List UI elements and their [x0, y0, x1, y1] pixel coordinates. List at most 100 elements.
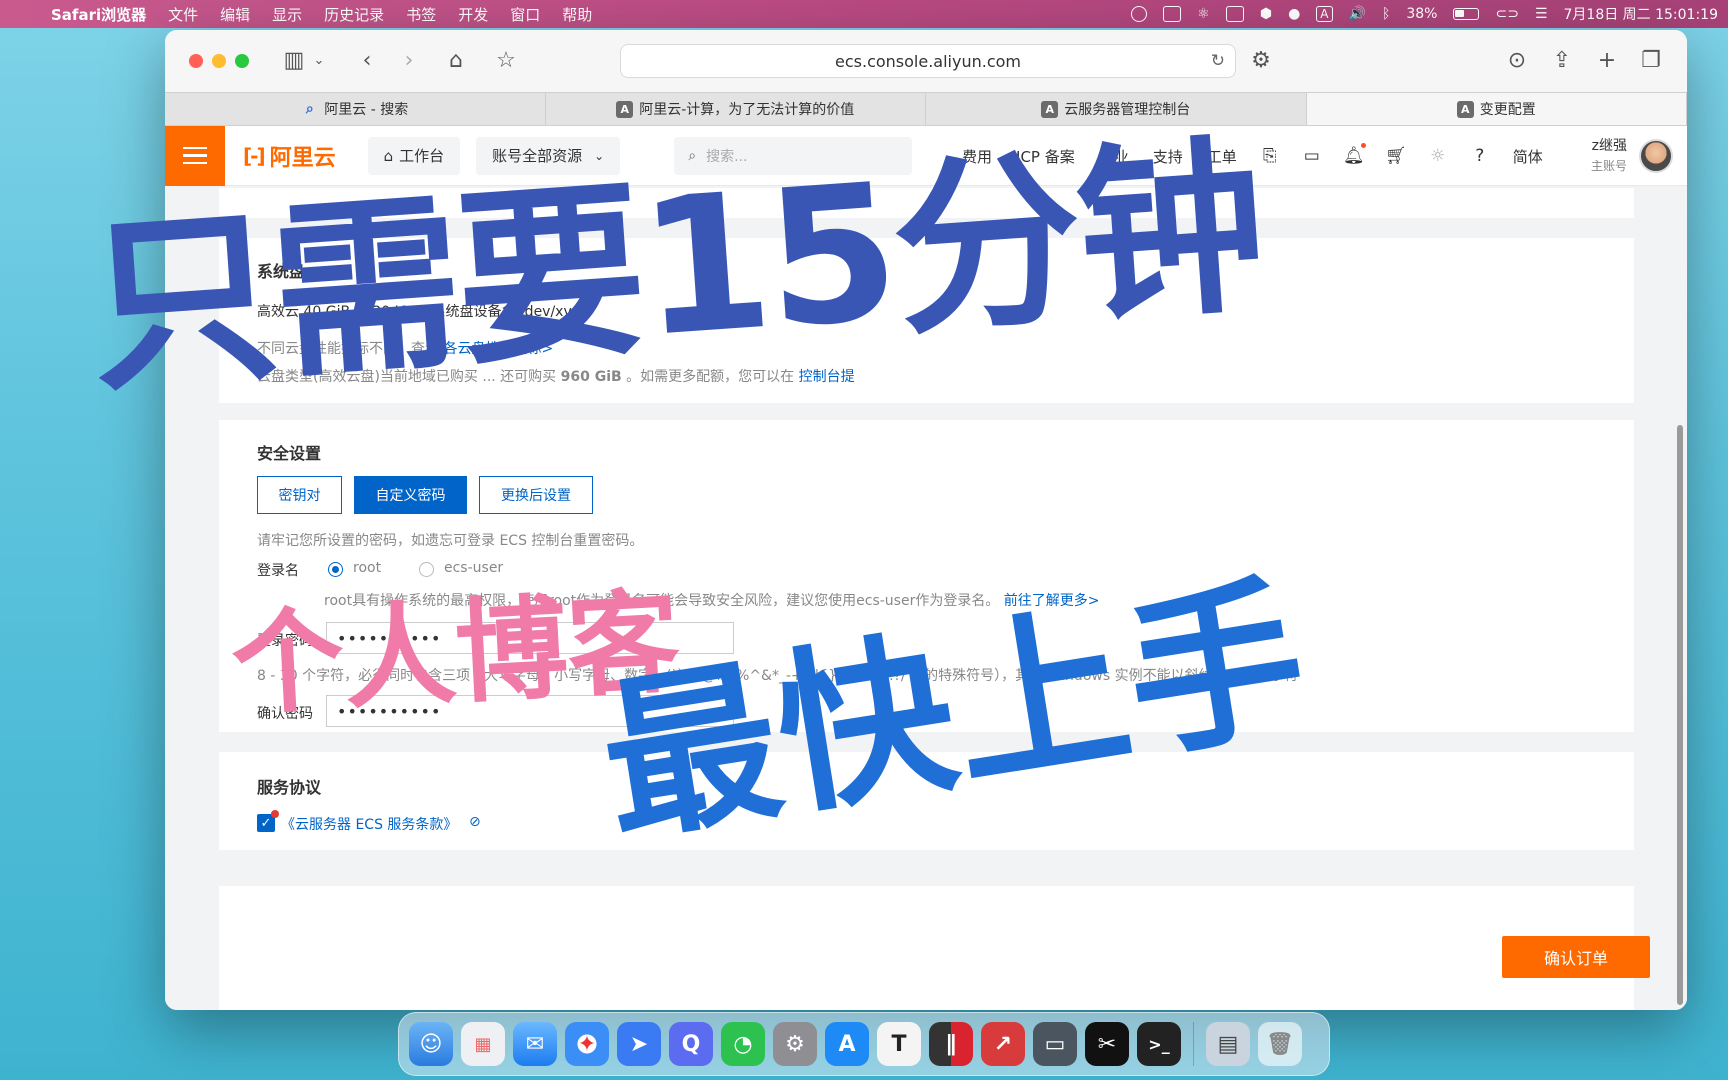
bluetooth-icon[interactable]: ᛒ	[1382, 6, 1390, 22]
dock-separator	[1193, 1022, 1194, 1066]
external-link-icon[interactable]: ⊘	[469, 814, 481, 830]
quark-icon[interactable]: Q	[669, 1022, 713, 1066]
close-window-icon[interactable]	[189, 54, 203, 68]
volume-icon[interactable]: 🔊	[1349, 6, 1366, 22]
new-tab-icon[interactable]: +	[1593, 48, 1621, 76]
launchpad-icon[interactable]: ▦	[461, 1022, 505, 1066]
aliyun-logo[interactable]: [-] 阿里云	[243, 140, 336, 172]
workbench-button[interactable]: ⌂ 工作台	[367, 136, 461, 175]
typora-icon[interactable]: T	[877, 1022, 921, 1066]
tab-change-config[interactable]: A 变更配置	[1306, 93, 1687, 125]
lightbulb-icon[interactable]: ☼	[1428, 146, 1448, 166]
downloads-icon[interactable]: ⊙	[1503, 48, 1531, 76]
parallels-icon[interactable]: ∥	[929, 1022, 973, 1066]
menubar-status-area: ⚛ ⬢ ● A 🔊 ᛒ 38% ⊂⊃ ☰ 7月18日 周二 15:01:19	[1131, 0, 1718, 28]
site-favicon-icon: A	[616, 100, 634, 118]
site-favicon-icon: A	[1041, 100, 1059, 118]
screen-sharing-icon[interactable]: ▭	[1033, 1022, 1077, 1066]
user-role: 主账号	[1590, 159, 1627, 173]
terminal-icon[interactable]: ▭	[1302, 146, 1322, 166]
home-icon[interactable]: ⌂	[442, 48, 470, 76]
tab-aliyun-search[interactable]: ⌕ 阿里云 - 搜索	[165, 93, 546, 125]
menu-edit[interactable]: 编辑	[209, 4, 261, 25]
share-icon[interactable]: ⇪	[1548, 48, 1576, 76]
wechat-icon[interactable]: ◔	[721, 1022, 765, 1066]
tab-label: 阿里云-计算，为了无法计算的价值	[639, 102, 855, 118]
radio-ecs-user[interactable]	[419, 562, 434, 577]
menu-window[interactable]: 窗口	[499, 4, 551, 25]
control-center-icon[interactable]: ☰	[1535, 6, 1548, 22]
battery-percent: 38%	[1406, 6, 1438, 22]
menu-history[interactable]: 历史记录	[313, 4, 395, 25]
feishu-icon[interactable]: ➤	[617, 1022, 661, 1066]
tab-overview-icon[interactable]: ❐	[1637, 48, 1665, 76]
safari-toolbar: ▥ ⌄ ‹ › ⌂ ☆ ecs.console.aliyun.com ↻ ⚙ ⊙…	[165, 30, 1687, 92]
react-icon[interactable]: ⚛	[1197, 6, 1210, 22]
menubar-clock[interactable]: 7月18日 周二 15:01:19	[1564, 4, 1719, 24]
mail-icon[interactable]: ✉	[513, 1022, 557, 1066]
tab-aliyun-home[interactable]: A 阿里云-计算，为了无法计算的价值	[546, 93, 926, 125]
menu-help[interactable]: 帮助	[551, 4, 603, 25]
link-icon[interactable]: ⊂⊃	[1495, 6, 1518, 22]
user-menu[interactable]: z继强 主账号	[1591, 126, 1673, 186]
display-icon[interactable]	[1163, 6, 1182, 22]
record-icon[interactable]	[1131, 6, 1148, 22]
required-dot	[271, 810, 279, 818]
safari-icon[interactable]: ✦	[565, 1022, 609, 1066]
chevron-down-icon[interactable]: ⌄	[305, 48, 333, 76]
help-icon[interactable]: ?	[1470, 146, 1490, 166]
menu-hamburger-icon[interactable]	[165, 125, 225, 186]
user-name: z继强	[1591, 138, 1627, 154]
bookmark-app-icon[interactable]	[1225, 6, 1244, 22]
segment-custom-password[interactable]: 自定义密码	[354, 476, 467, 514]
security-title: 安全设置	[257, 444, 322, 463]
notification-bell-icon[interactable]: 🔔︎	[1343, 143, 1366, 166]
ip-icon[interactable]: ⎘	[1260, 146, 1280, 166]
input-method-icon[interactable]: A	[1316, 6, 1333, 22]
dark-circle-icon[interactable]: ●	[1288, 6, 1300, 22]
menu-app-name[interactable]: Safari浏览器	[40, 4, 157, 25]
address-bar[interactable]: ecs.console.aliyun.com ↻	[620, 44, 1236, 78]
page-scrollbar[interactable]	[1677, 425, 1683, 1005]
appstore-icon[interactable]: A	[825, 1022, 869, 1066]
zoom-window-icon[interactable]	[235, 54, 249, 68]
bookmark-star-icon[interactable]: ☆	[492, 48, 520, 76]
remote-desktop-icon[interactable]: ↗	[981, 1022, 1025, 1066]
radio-root-label[interactable]: root	[353, 560, 381, 576]
shield-icon[interactable]: ⬢	[1260, 6, 1272, 22]
trash-icon[interactable]: 🗑︎	[1258, 1022, 1302, 1066]
segment-set-later[interactable]: 更换后设置	[479, 476, 593, 514]
search-icon: ⌕	[305, 101, 314, 117]
capcut-icon[interactable]: ✂	[1085, 1022, 1129, 1066]
settings-icon[interactable]: ⚙	[773, 1022, 817, 1066]
menu-file[interactable]: 文件	[157, 4, 209, 25]
confirm-order-button[interactable]: 确认订单	[1502, 936, 1650, 978]
finder-icon[interactable]: ☺	[409, 1022, 453, 1066]
menu-view[interactable]: 显示	[261, 4, 313, 25]
reload-icon[interactable]: ↻	[1211, 51, 1225, 71]
radio-ecs-user-label[interactable]: ecs-user	[444, 560, 503, 576]
segment-keypair[interactable]: 密钥对	[257, 476, 342, 514]
back-icon[interactable]: ‹	[353, 48, 381, 76]
forward-icon[interactable]: ›	[395, 48, 423, 76]
battery-icon[interactable]	[1453, 8, 1480, 20]
disk-quota-console-link[interactable]: 控制台提	[799, 369, 855, 385]
password-hint: 请牢记您所设置的密码，如遗忘可登录 ECS 控制台重置密码。	[257, 533, 644, 549]
language-switch[interactable]: 简体	[1501, 146, 1555, 167]
cart-icon[interactable]: 🛒︎	[1385, 146, 1407, 166]
finder-preview-icon[interactable]: ▤	[1206, 1022, 1250, 1066]
sidebar-toggle-icon[interactable]: ▥	[280, 48, 308, 76]
logo-text: 阿里云	[269, 145, 336, 171]
avatar[interactable]	[1639, 139, 1673, 173]
resources-label: 账号全部资源	[492, 147, 583, 165]
menu-bookmarks[interactable]: 书签	[395, 4, 447, 25]
radio-root[interactable]	[328, 562, 343, 577]
ecs-terms-link[interactable]: 《云服务器 ECS 服务条款》	[281, 814, 457, 834]
minimize-window-icon[interactable]	[212, 54, 226, 68]
url-text: ecs.console.aliyun.com	[835, 51, 1021, 71]
settings-gear-icon[interactable]: ⚙	[1247, 48, 1275, 76]
menu-develop[interactable]: 开发	[447, 4, 499, 25]
terminal-icon[interactable]: >_	[1137, 1022, 1181, 1066]
home-icon: ⌂	[383, 146, 394, 165]
agreement-title: 服务协议	[257, 778, 322, 797]
